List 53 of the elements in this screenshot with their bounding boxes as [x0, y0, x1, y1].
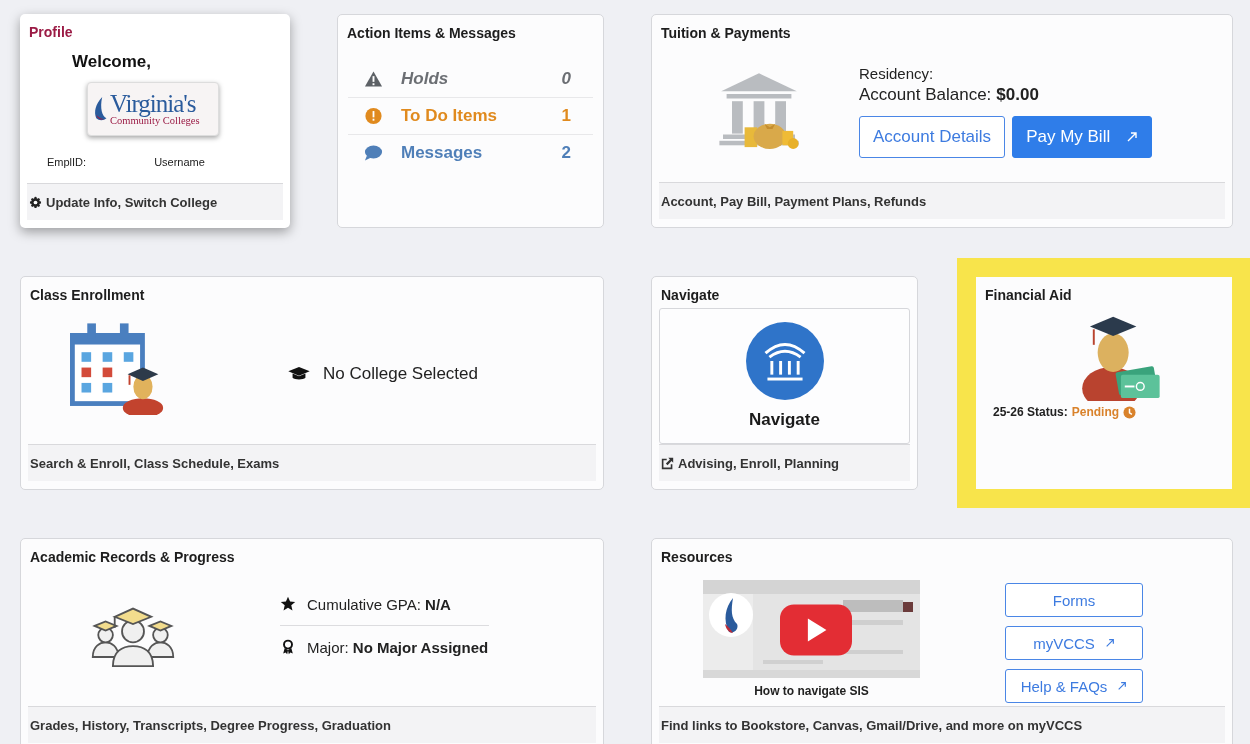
- star-icon: [280, 596, 296, 612]
- footer-link[interactable]: Advising, Enroll, Planning: [678, 455, 840, 471]
- action-item[interactable]: Holds 0: [348, 61, 593, 98]
- warning-icon: [364, 70, 383, 88]
- action-label: To Do Items: [401, 106, 499, 126]
- card-title: Navigate: [660, 286, 721, 303]
- button[interactable]: Account Details: [859, 116, 1006, 158]
- emplid-label: EmplID:: [47, 156, 87, 168]
- play-button-icon: [780, 603, 852, 656]
- card-title: Action Items & Messages: [346, 24, 517, 41]
- external-link-icon: [661, 456, 674, 470]
- status-text: No College Selected: [323, 363, 478, 384]
- footer-link[interactable]: Account, Pay Bill, Payment Plans, Refunds: [661, 193, 927, 209]
- card-title: Class Enrollment: [29, 286, 146, 303]
- flame-icon: [92, 95, 109, 123]
- card-title: Financial Aid: [984, 286, 1073, 303]
- count-text: 2: [561, 143, 571, 163]
- video-caption[interactable]: How to navigate SIS: [754, 683, 869, 698]
- info-text: Cumulative GPA: N/A: [307, 595, 451, 613]
- balance-value: $0.00: [996, 85, 1039, 105]
- count-text: 1: [561, 106, 571, 126]
- navigate-tile[interactable]: Navigate: [659, 308, 910, 444]
- link-button[interactable]: Help & FAQs: [1005, 669, 1143, 703]
- welcome-text: Welcome,: [72, 52, 152, 72]
- footer-link[interactable]: Update Info, Switch College: [46, 194, 218, 210]
- link-button[interactable]: Forms: [1005, 583, 1143, 617]
- logo-subtext: Community Colleges: [110, 116, 200, 127]
- info-text: Major: No Major Assigned: [307, 638, 489, 656]
- balance-label: Account Balance:: [859, 85, 992, 105]
- clock-icon: [1123, 405, 1137, 419]
- footer-link[interactable]: Search & Enroll, Class Schedule, Exams: [30, 455, 280, 471]
- footer-link[interactable]: Find links to Bookstore, Canvas, Gmail/Drive, and more on myVCCS: [661, 717, 1083, 733]
- footer-link[interactable]: Grades, History, Transcripts, Degree Progress, Graduation: [30, 717, 391, 733]
- residency-label: Residency:: [859, 65, 935, 82]
- card-title: Resources: [660, 548, 734, 565]
- award-icon: [280, 639, 296, 655]
- action-label: Messages: [401, 143, 484, 163]
- card-title: Tuition & Payments: [660, 24, 792, 41]
- count-text: 0: [561, 69, 571, 89]
- logo-text: Virginia's: [110, 91, 196, 117]
- username-label: Username: [154, 156, 205, 168]
- status-label: 25-26 Status:: [993, 405, 1068, 419]
- chat-bubble-icon: [364, 144, 383, 162]
- exclamation-icon: [364, 107, 383, 125]
- button[interactable]: Pay My Bill: [1012, 116, 1153, 158]
- card-title: Academic Records & Progress: [29, 548, 236, 565]
- action-item[interactable]: Messages 2: [348, 135, 593, 171]
- link-button[interactable]: myVCCS: [1005, 626, 1143, 660]
- action-label: Holds: [401, 69, 450, 89]
- card-title: Profile: [28, 23, 74, 40]
- status-value: Pending: [1071, 405, 1120, 419]
- graduation-cap-icon: [288, 366, 310, 381]
- columns-icon: [745, 322, 824, 400]
